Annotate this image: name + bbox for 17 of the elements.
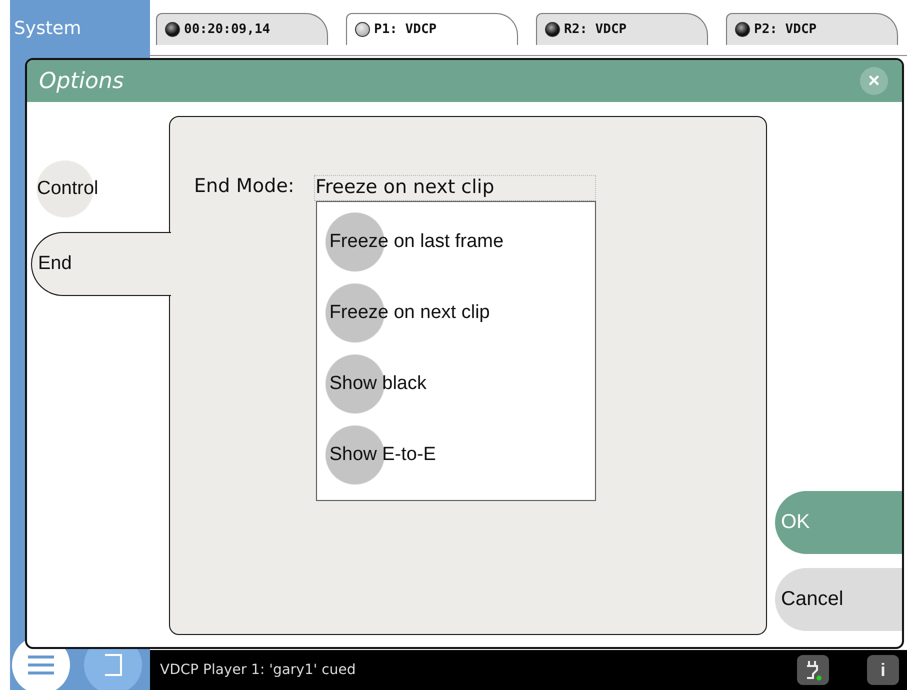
dialog-title: Options: [39, 68, 124, 94]
channel-tab[interactable]: R2: VDCP: [536, 13, 708, 45]
channel-tab[interactable]: P2: VDCP: [726, 13, 898, 45]
indicator-icon: [735, 22, 750, 37]
sidebar-title: System: [13, 18, 82, 39]
channel-tab[interactable]: P1: VDCP: [346, 13, 518, 45]
indicator-icon: [545, 22, 560, 37]
connection-button[interactable]: [797, 655, 829, 685]
indicator-icon: [355, 22, 370, 37]
channel-tab[interactable]: 00:20:09,14: [156, 13, 328, 45]
list-icon: [26, 654, 56, 676]
cancel-button[interactable]: Cancel: [775, 568, 902, 631]
info-button[interactable]: i: [867, 655, 899, 685]
status-message: VDCP Player 1: 'gary1' cued: [160, 662, 357, 678]
side-tab[interactable]: End: [31, 232, 171, 296]
indicator-icon: [165, 22, 180, 37]
end-mode-label: End Mode:: [194, 175, 294, 197]
